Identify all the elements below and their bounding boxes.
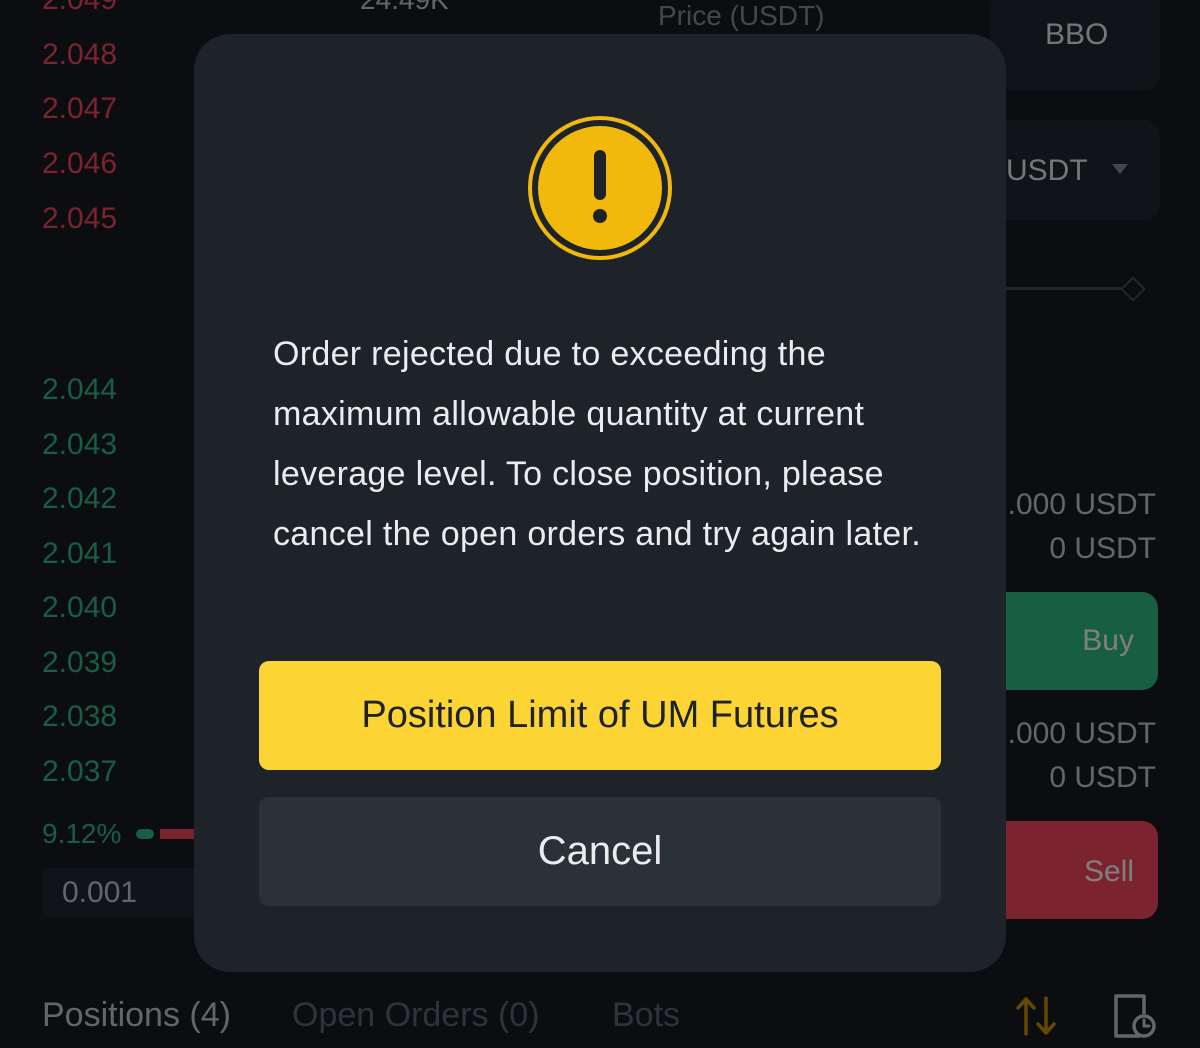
cancel-button[interactable]: Cancel [259, 797, 941, 906]
order-rejected-dialog: Order rejected due to exceeding the maxi… [194, 34, 1006, 972]
futures-trading-screen: 24.49K Price (USDT) 2.049 2.048 2.047 2.… [0, 0, 1200, 1048]
position-limit-button[interactable]: Position Limit of UM Futures [259, 661, 941, 770]
warning-icon [528, 116, 672, 260]
dialog-message: Order rejected due to exceeding the maxi… [273, 335, 921, 553]
